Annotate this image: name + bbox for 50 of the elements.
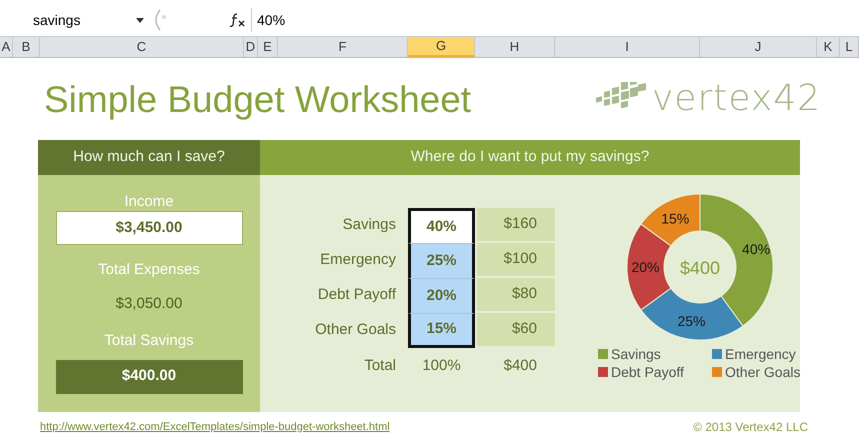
column-header[interactable]: I (555, 37, 700, 57)
amount-cell: $100 (477, 243, 555, 276)
category-label: Savings (342, 215, 397, 236)
total-amount: $400 (502, 356, 538, 376)
data-label: 15% (661, 210, 690, 226)
percent-cell[interactable]: 40% (408, 208, 475, 243)
column-header[interactable]: G (408, 37, 475, 57)
panel-header: How much can I save? (38, 140, 260, 175)
center-label: $400 (680, 258, 720, 278)
column-header[interactable]: H (475, 37, 555, 57)
income-field[interactable]: $3,450.00 (56, 211, 242, 245)
legend-label: Emergency (725, 347, 796, 361)
percent-cell[interactable]: 25% (408, 243, 475, 278)
amount-cell: $60 (477, 313, 555, 346)
caret-icon (136, 18, 144, 22)
field-label: Total Expenses (98, 260, 200, 280)
column-header[interactable]: A (0, 37, 13, 57)
column-header[interactable]: L (840, 37, 859, 57)
column-header[interactable]: K (817, 37, 840, 57)
column-header[interactable]: B (13, 37, 40, 57)
column-header[interactable]: D (244, 37, 258, 57)
worksheet-title: Simple Budget Worksheet (44, 80, 472, 118)
panel-header: Where do I want to put my savings? (260, 140, 800, 175)
legend-label: Savings (611, 347, 661, 361)
total-percent: 100% (421, 356, 462, 376)
expenses-value: $3,050.00 (116, 294, 182, 314)
savings-total: $400.00 (56, 360, 242, 394)
vertex42-logo: vertex42 (594, 81, 821, 117)
amount-cell: $160 (477, 208, 555, 241)
category-label: Emergency (319, 250, 397, 270)
field-label: Total Savings (104, 331, 194, 351)
category-label: Debt Payoff (316, 285, 397, 306)
category-label: Other Goals (314, 320, 397, 340)
percent-cell[interactable]: 15% (408, 313, 475, 348)
data-label: 40% (742, 240, 770, 257)
field-label: Income (124, 192, 174, 211)
percent-cell[interactable]: 20% (408, 278, 475, 313)
amount-cell: $80 (477, 278, 555, 311)
data-label: 25% (677, 312, 706, 329)
legend-label: Other Goals (725, 365, 800, 379)
data-label: 20% (631, 259, 660, 275)
template-link[interactable]: http://www.vertex42.com/ExcelTemplates/simple-budget-worksheet.html (40, 418, 390, 436)
formula-value[interactable]: 40% (252, 8, 286, 32)
function-icon[interactable] (230, 8, 252, 32)
column-header[interactable]: C (40, 37, 244, 57)
column-header[interactable]: E (258, 37, 278, 57)
column-header[interactable]: J (700, 37, 817, 57)
copyright-text: © 2013 Vertex42 LLC (693, 419, 808, 436)
legend-label: Debt Payoff (611, 365, 684, 379)
total-label: Total (363, 356, 397, 376)
